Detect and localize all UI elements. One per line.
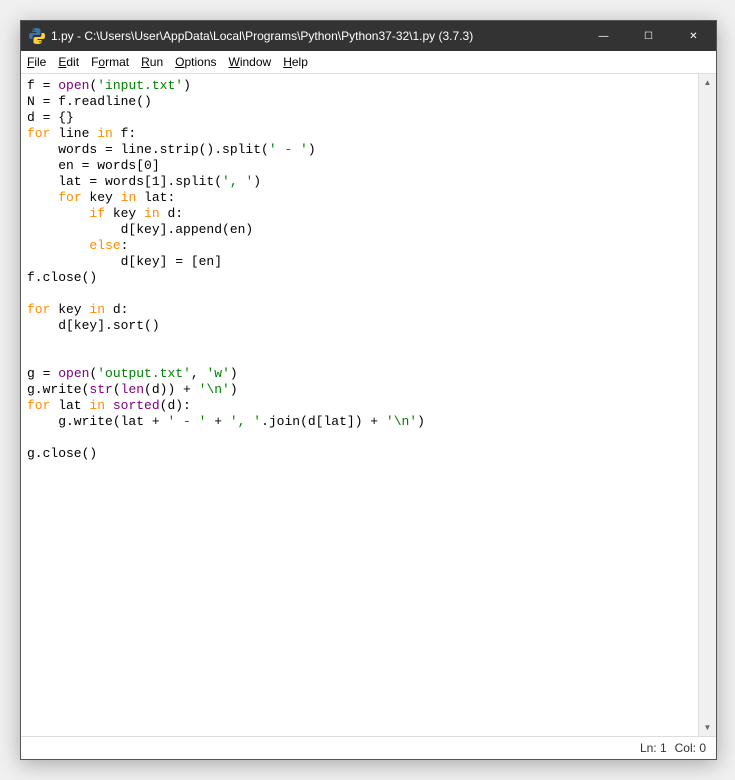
scroll-up-button[interactable]: ▲	[699, 74, 716, 91]
menu-edit[interactable]: Edit	[58, 55, 79, 69]
vertical-scrollbar[interactable]: ▲ ▼	[698, 74, 716, 736]
menu-run[interactable]: Run	[141, 55, 163, 69]
status-line: Ln: 1	[640, 741, 667, 755]
statusbar: Ln: 1 Col: 0	[21, 737, 716, 759]
menubar: File Edit Format Run Options Window Help	[21, 51, 716, 74]
maximize-icon: ☐	[644, 31, 653, 42]
python-icon	[29, 28, 45, 44]
close-button[interactable]: ✕	[671, 21, 716, 51]
menu-options[interactable]: Options	[175, 55, 216, 69]
code-editor[interactable]: f = open('input.txt') N = f.readline() d…	[21, 74, 698, 736]
minimize-button[interactable]: —	[581, 21, 626, 51]
chevron-down-icon: ▼	[704, 723, 712, 732]
idle-window: 1.py - C:\Users\User\AppData\Local\Progr…	[20, 20, 717, 760]
menu-help[interactable]: Help	[283, 55, 308, 69]
window-title: 1.py - C:\Users\User\AppData\Local\Progr…	[51, 29, 581, 43]
editor-area: f = open('input.txt') N = f.readline() d…	[21, 74, 716, 737]
status-col: Col: 0	[675, 741, 706, 755]
titlebar[interactable]: 1.py - C:\Users\User\AppData\Local\Progr…	[21, 21, 716, 51]
window-controls: — ☐ ✕	[581, 21, 716, 51]
menu-window[interactable]: Window	[229, 55, 272, 69]
minimize-icon: —	[599, 31, 609, 42]
menu-format[interactable]: Format	[91, 55, 129, 69]
chevron-up-icon: ▲	[704, 78, 712, 87]
menu-file[interactable]: File	[27, 55, 46, 69]
maximize-button[interactable]: ☐	[626, 21, 671, 51]
close-icon: ✕	[689, 31, 697, 42]
scroll-down-button[interactable]: ▼	[699, 719, 716, 736]
